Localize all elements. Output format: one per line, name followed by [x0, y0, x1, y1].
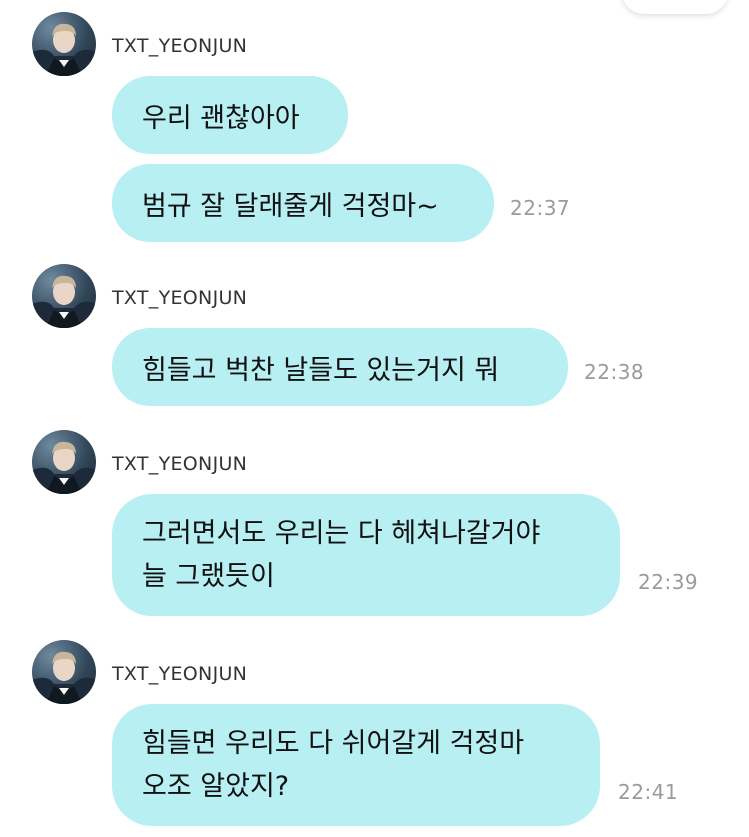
sender-name: TXT_YEONJUN — [112, 287, 248, 309]
avatar-photo-icon — [32, 651, 96, 704]
message-text-line: 오조 알았지? — [142, 771, 290, 802]
message-time: 22:41 — [618, 780, 679, 804]
message-bubble[interactable]: 그러면서도 우리는 다 헤쳐나갈거야 늘 그랬듯이 — [112, 494, 620, 616]
avatar[interactable] — [32, 430, 96, 494]
message-group: TXT_YEONJUN 우리 괜찮아아 범규 잘 달래줄게 걱정마~ 22:37 — [0, 12, 749, 244]
message-text: 힘들고 벅찬 날들도 있는거지 뭐 — [142, 354, 500, 386]
message-text: 범규 잘 달래줄게 걱정마~ — [142, 190, 439, 222]
message-text-line: 그러면서도 우리는 다 헤쳐나갈거야 — [142, 518, 541, 549]
message-time: 22:39 — [638, 570, 699, 594]
message-text: 우리 괜찮아아 — [142, 102, 300, 134]
sender-name: TXT_YEONJUN — [112, 453, 248, 475]
avatar[interactable] — [32, 264, 96, 328]
message-bubble[interactable]: 힘들고 벅찬 날들도 있는거지 뭐 — [112, 328, 568, 406]
avatar[interactable] — [32, 640, 96, 704]
avatar-photo-icon — [32, 23, 96, 76]
message-text-line: 늘 그랬듯이 — [142, 561, 275, 592]
message-bubble[interactable]: 우리 괜찮아아 — [112, 76, 348, 154]
sender-name: TXT_YEONJUN — [112, 663, 248, 685]
message-time: 22:37 — [510, 196, 571, 220]
avatar-photo-icon — [32, 441, 96, 494]
chat-screen: TXT_YEONJUN 우리 괜찮아아 범규 잘 달래줄게 걱정마~ 22:37… — [0, 0, 749, 837]
avatar-photo-icon — [32, 275, 96, 328]
message-group: TXT_YEONJUN 힘들면 우리도 다 쉬어갈게 걱정마 오조 알았지? 2… — [0, 640, 749, 830]
message-time: 22:38 — [584, 360, 645, 384]
message-group: TXT_YEONJUN 그러면서도 우리는 다 헤쳐나갈거야 늘 그랬듯이 22… — [0, 430, 749, 620]
message-bubble[interactable]: 힘들면 우리도 다 쉬어갈게 걱정마 오조 알았지? — [112, 704, 600, 826]
sender-name: TXT_YEONJUN — [112, 35, 248, 57]
avatar[interactable] — [32, 12, 96, 76]
message-bubble[interactable]: 범규 잘 달래줄게 걱정마~ — [112, 164, 494, 242]
message-group: TXT_YEONJUN 힘들고 벅찬 날들도 있는거지 뭐 22:38 — [0, 264, 749, 409]
message-text-line: 힘들면 우리도 다 쉬어갈게 걱정마 — [142, 728, 525, 759]
